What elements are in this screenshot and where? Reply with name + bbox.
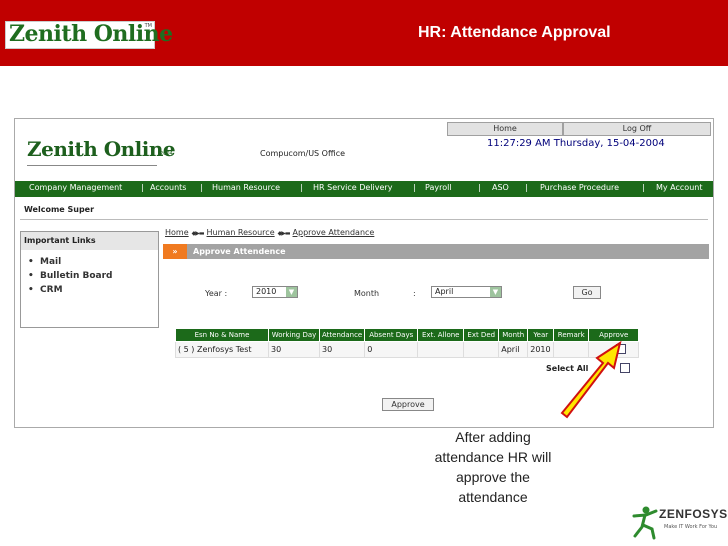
callout-arrow-shape <box>560 340 622 419</box>
annotation-line: attendance HR will <box>434 449 552 465</box>
zenfosys-tagline: Make IT Work For You <box>664 524 718 530</box>
annotation-text: After adding attendance HR will approve … <box>428 427 558 507</box>
callout-arrow <box>560 340 622 419</box>
annotation-line: After adding <box>455 429 531 445</box>
annotation-line: approve the <box>456 469 530 485</box>
annotation-line: attendance <box>458 489 528 505</box>
zenfosys-brand: ZENFOSYS <box>659 507 728 521</box>
